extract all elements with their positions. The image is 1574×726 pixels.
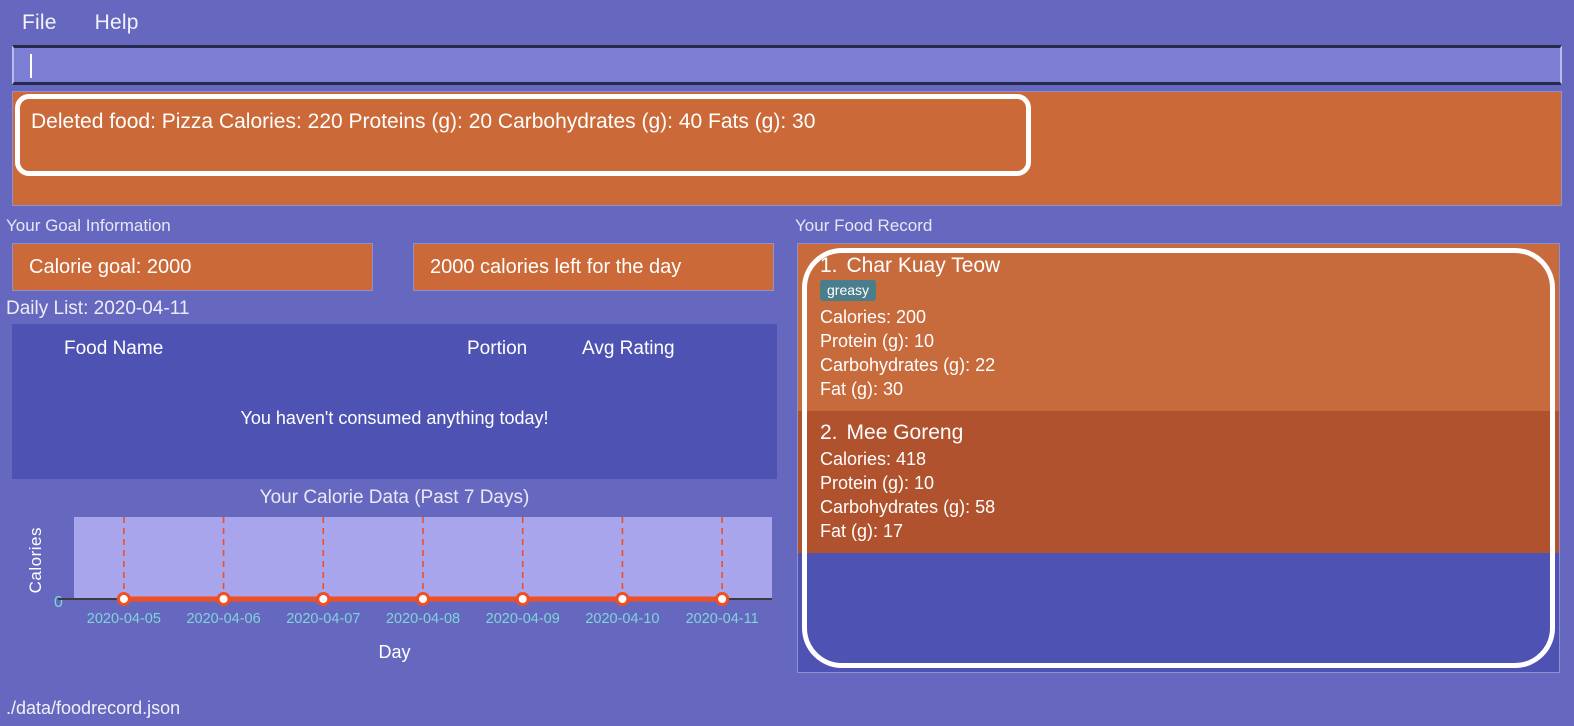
food-record-fat: Fat (g): 17 xyxy=(820,521,904,541)
alert-banner[interactable]: Deleted food: Pizza Calories: 220 Protei… xyxy=(12,91,1562,206)
svg-text:2020-04-06: 2020-04-06 xyxy=(186,611,260,627)
daily-list-table[interactable]: Food Name Portion Avg Rating You haven't… xyxy=(12,324,777,479)
search-entry-container[interactable] xyxy=(12,45,1562,85)
table-header-row: Food Name Portion Avg Rating xyxy=(12,324,777,360)
food-record-list[interactable]: 1. Char Kuay Teow greasy Calories: 200 Pr… xyxy=(797,243,1560,673)
menu-item-help[interactable]: Help xyxy=(95,11,139,35)
main-content: Your Goal Information Calorie goal: 2000… xyxy=(0,213,1574,673)
food-record-item-2[interactable]: 2. Mee Goreng Calories: 418 Protein (g): … xyxy=(798,411,1559,553)
table-empty-message: You haven't consumed anything today! xyxy=(240,408,549,428)
svg-text:2020-04-10: 2020-04-10 xyxy=(585,611,659,627)
svg-text:2020-04-11: 2020-04-11 xyxy=(686,611,759,627)
daily-list-heading: Daily List: 2020-04-11 xyxy=(6,298,190,319)
search-input[interactable] xyxy=(14,48,1560,82)
food-record-number: 2. xyxy=(820,421,838,444)
food-record-fat: Fat (g): 30 xyxy=(820,379,904,399)
chart-title: Your Calorie Data (Past 7 Days) xyxy=(259,487,530,508)
chart-plot-area: Calories 0 2020-04-05 2020-04-06 2020-04-0… xyxy=(12,511,777,662)
food-record-title: 2. Mee Goreng xyxy=(820,421,1559,445)
alert-message: Deleted food: Pizza Calories: 220 Protei… xyxy=(31,110,816,133)
svg-text:2020-04-07: 2020-04-07 xyxy=(286,611,360,627)
food-record-name: Mee Goreng xyxy=(846,421,964,444)
food-record-protein: Protein (g): 10 xyxy=(820,331,935,351)
alert-focus-ring xyxy=(15,94,1031,176)
food-record-calories: Calories: 418 xyxy=(820,449,927,469)
goal-boxes-row: Calorie goal: 2000 2000 calories left fo… xyxy=(0,237,789,291)
menu-item-file[interactable]: File xyxy=(22,11,57,35)
left-panel: Your Goal Information Calorie goal: 2000… xyxy=(0,213,789,673)
food-record-item-1[interactable]: 1. Char Kuay Teow greasy Calories: 200 Pr… xyxy=(798,244,1559,411)
food-record-calories: Calories: 200 xyxy=(820,307,927,327)
food-record-name: Char Kuay Teow xyxy=(846,254,1001,277)
chart-x-axis-label: Day xyxy=(378,642,411,662)
column-header-avg-rating[interactable]: Avg Rating xyxy=(582,338,722,360)
food-record-number: 1. xyxy=(820,254,838,277)
svg-text:2020-04-05: 2020-04-05 xyxy=(87,611,161,627)
calories-left-box[interactable]: 2000 calories left for the day xyxy=(413,243,774,291)
food-record-carbohydrates: Carbohydrates (g): 22 xyxy=(820,355,996,375)
food-record-protein: Protein (g): 10 xyxy=(820,473,935,493)
food-record-carbohydrates: Carbohydrates (g): 58 xyxy=(820,497,996,517)
food-record-tag[interactable]: greasy xyxy=(820,280,877,301)
food-record-title: 1. Char Kuay Teow xyxy=(820,254,1559,278)
goal-section-label: Your Goal Information xyxy=(6,216,171,235)
calorie-chart: Your Calorie Data (Past 7 Days) Calories… xyxy=(12,487,777,667)
status-bar: ./data/foodrecord.json xyxy=(0,690,1574,726)
svg-text:2020-04-08: 2020-04-08 xyxy=(386,611,460,627)
column-header-portion[interactable]: Portion xyxy=(467,338,582,360)
status-bar-path: ./data/foodrecord.json xyxy=(6,697,181,718)
calorie-goal-box[interactable]: Calorie goal: 2000 xyxy=(12,243,373,291)
menu-bar: File Help xyxy=(0,0,1574,45)
right-panel: Your Food Record 1. Char Kuay Teow greasy… xyxy=(789,213,1568,673)
food-record-section-label: Your Food Record xyxy=(795,216,933,235)
chart-svg: 2020-04-05 2020-04-06 2020-04-07 2020-04-08… xyxy=(58,517,772,627)
svg-text:2020-04-09: 2020-04-09 xyxy=(486,611,560,627)
column-header-food-name[interactable]: Food Name xyxy=(12,338,467,360)
